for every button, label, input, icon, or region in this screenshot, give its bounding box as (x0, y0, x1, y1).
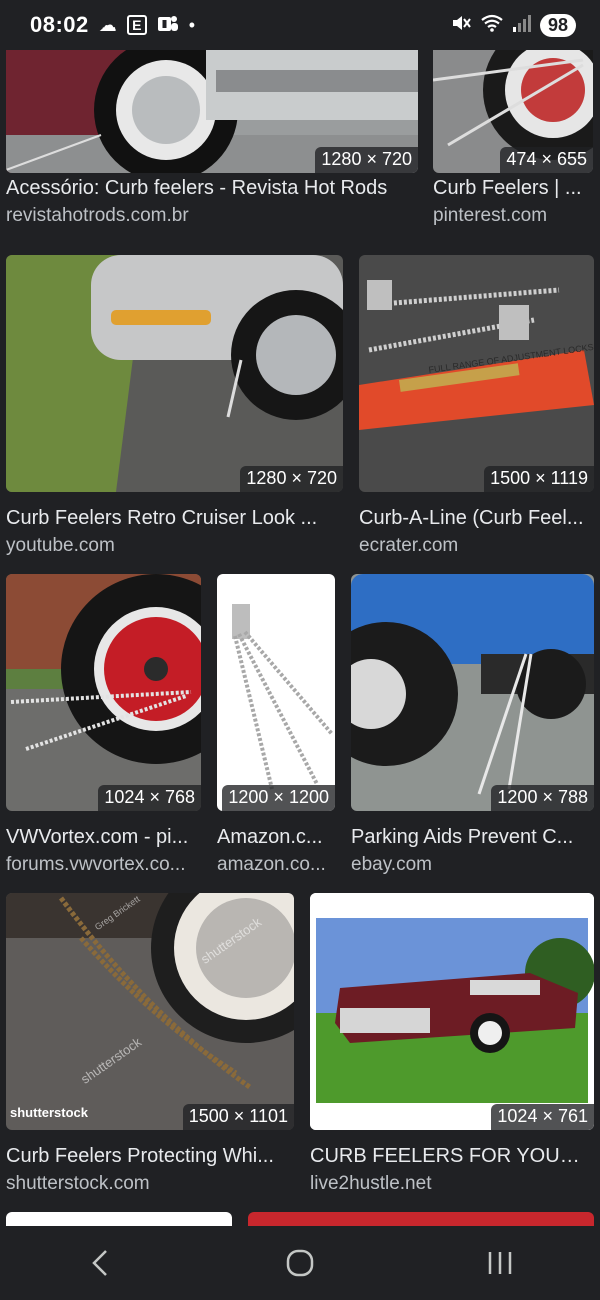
notification-dot-icon: • (188, 15, 196, 35)
image-dimensions-badge: 1200 × 788 (491, 785, 594, 811)
result-title[interactable]: Curb-A-Line (Curb Feel... (359, 507, 594, 530)
image-dimensions-badge: 1200 × 1200 (222, 785, 335, 811)
image-result[interactable]: 1280 × 720 Curb Feelers Retro Cruiser Lo… (6, 255, 343, 565)
result-thumbnail[interactable]: 1024 × 761 (310, 893, 594, 1130)
image-result[interactable]: FULL RANGE OF ADJUSTMENT LOCKS IN PLACE … (359, 255, 594, 565)
image-result[interactable]: shutterstock shutterstock Greg Brickett … (6, 893, 294, 1203)
recent-apps-icon (488, 1252, 512, 1274)
image-result[interactable]: 1024 × 761 CURB FEELERS FOR YOUR ... liv… (310, 893, 594, 1203)
cloud-icon: ☁ (98, 15, 117, 35)
result-source[interactable]: amazon.co... (217, 854, 335, 876)
result-source[interactable]: ebay.com (351, 854, 594, 876)
result-source[interactable]: forums.vwvortex.co... (6, 854, 201, 876)
silver-car-curb-feeler-image (6, 255, 343, 492)
result-thumbnail[interactable]: 1280 × 720 (6, 50, 418, 173)
result-title[interactable]: Amazon.c... (217, 826, 335, 849)
result-source[interactable]: ecrater.com (359, 535, 594, 557)
back-chevron-icon (92, 1250, 107, 1276)
result-source[interactable]: pinterest.com (433, 205, 593, 227)
result-thumbnail[interactable]: shutterstock shutterstock Greg Brickett … (6, 893, 294, 1130)
image-dimensions-badge: 1500 × 1119 (484, 466, 594, 492)
home-button[interactable] (260, 1233, 340, 1293)
wifi-icon (480, 13, 504, 38)
result-thumbnail[interactable]: 1200 × 788 (351, 574, 594, 811)
result-source[interactable]: revistahotrods.com.br (6, 205, 418, 227)
system-navigation-bar (0, 1226, 600, 1300)
status-bar: 08:02 ☁ E • 98 (0, 0, 600, 50)
result-source[interactable]: youtube.com (6, 535, 343, 557)
image-dimensions-badge: 1500 × 1101 (182, 1104, 294, 1130)
result-source[interactable]: live2hustle.net (310, 1173, 594, 1195)
result-title[interactable]: Parking Aids Prevent C... (351, 826, 594, 849)
home-circle-icon (286, 1249, 314, 1277)
result-thumbnail[interactable]: 1024 × 768 (6, 574, 201, 811)
result-thumbnail[interactable]: FULL RANGE OF ADJUSTMENT LOCKS IN PLACE … (359, 255, 594, 492)
image-dimensions-badge: 1024 × 768 (98, 785, 201, 811)
vw-red-wheel-image (6, 574, 201, 811)
amazon-curb-feeler-product-image (217, 574, 335, 811)
image-results-grid: 1280 × 720 Acessório: Curb feelers - Rev… (0, 50, 600, 1226)
image-dimensions-badge: 1280 × 720 (315, 147, 418, 173)
image-result[interactable]: 1024 × 768 VWVortex.com - pi... forums.v… (6, 574, 201, 884)
maroon-cadillac-convertible-image (310, 893, 594, 1130)
newspaper-app-icon: E (126, 15, 147, 35)
result-thumbnail[interactable]: 1280 × 720 (6, 255, 343, 492)
result-title[interactable]: Curb Feelers Protecting Whi... (6, 1145, 294, 1168)
mute-icon (450, 13, 472, 38)
image-result[interactable] (248, 1212, 594, 1226)
clock: 08:02 (30, 12, 89, 37)
watermark-logo: shutterstock (10, 1105, 89, 1120)
battery-indicator: 98 (539, 13, 576, 37)
signal-icon (512, 13, 532, 38)
result-title[interactable]: Curb Feelers | ... (433, 177, 593, 200)
recent-apps-button[interactable] (460, 1233, 540, 1293)
image-dimensions-badge: 1024 × 761 (491, 1104, 594, 1130)
back-button[interactable] (60, 1233, 140, 1293)
image-result[interactable]: 1200 × 1200 Amazon.c... amazon.co... (217, 574, 335, 884)
blue-truck-curb-feeler-image (351, 574, 594, 811)
image-result[interactable]: 1200 × 788 Parking Aids Prevent C... eba… (351, 574, 594, 884)
result-title[interactable]: CURB FEELERS FOR YOUR ... (310, 1145, 594, 1168)
result-title[interactable]: Acessório: Curb feelers - Revista Hot Ro… (6, 177, 418, 200)
image-dimensions-badge: 474 × 655 (500, 147, 593, 173)
result-thumbnail[interactable]: 474 × 655 (433, 50, 593, 173)
result-source[interactable]: shutterstock.com (6, 1173, 294, 1195)
result-thumbnail[interactable]: 1200 × 1200 (217, 574, 335, 811)
result-title[interactable]: Curb Feelers Retro Cruiser Look ... (6, 507, 343, 530)
teams-icon (157, 14, 179, 37)
image-result[interactable] (6, 1212, 232, 1226)
result-title[interactable]: VWVortex.com - pi... (6, 826, 201, 849)
result-thumbnail[interactable] (6, 1212, 232, 1226)
image-dimensions-badge: 1280 × 720 (240, 466, 343, 492)
result-thumbnail[interactable] (248, 1212, 594, 1226)
curb-a-line-box-image: FULL RANGE OF ADJUSTMENT LOCKS IN PLACE (359, 255, 594, 492)
